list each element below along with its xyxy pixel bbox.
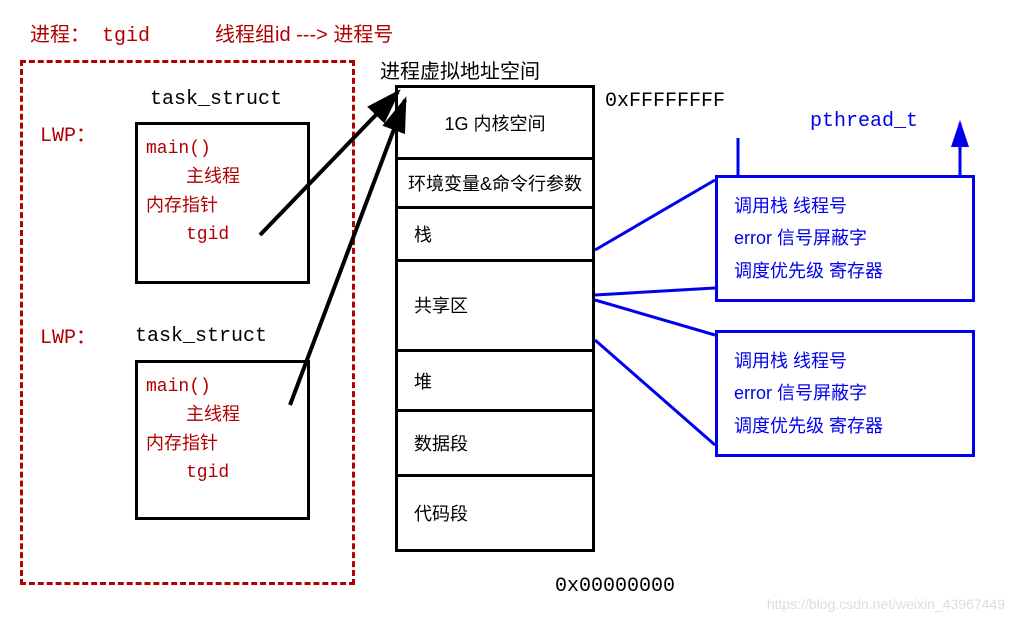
mem-env: 环境变量&命令行参数	[395, 160, 595, 209]
pthread-t-label: pthread_t	[810, 110, 918, 133]
mem-kernel: 1G 内核空间	[395, 85, 595, 160]
connector-stack-to-bb1-bottom	[595, 288, 715, 295]
top-process-label: 进程： tgid	[30, 18, 150, 48]
ts2-mainthread: 主线程	[146, 402, 299, 431]
task-struct-label-1: task_struct	[150, 88, 282, 111]
mem-shared: 共享区	[395, 262, 595, 352]
mem-stack: 栈	[395, 209, 595, 262]
pthread-box-1: 调用栈 线程号 error 信号屏蔽字 调度优先级 寄存器	[715, 175, 975, 302]
memory-column: 1G 内核空间 环境变量&命令行参数 栈 共享区 堆 数据段 代码段	[395, 85, 595, 552]
ts2-memptr: 内存指针	[146, 431, 299, 460]
ts1-mainthread: 主线程	[146, 164, 299, 193]
bb2-l1: 调用栈 线程号	[734, 345, 956, 377]
bb1-l3: 调度优先级 寄存器	[734, 255, 956, 287]
connector-stack-to-bb1-top	[595, 180, 715, 250]
task-struct-label-2: task_struct	[135, 325, 267, 348]
bb2-l2: error 信号屏蔽字	[734, 377, 956, 409]
bb2-l3: 调度优先级 寄存器	[734, 410, 956, 442]
mem-heap: 堆	[395, 352, 595, 412]
watermark: https://blog.csdn.net/weixin_43967449	[767, 596, 1005, 612]
address-low: 0x00000000	[555, 575, 675, 598]
ts1-tgid: tgid	[146, 221, 299, 250]
ts1-content: main() 主线程 内存指针 tgid	[138, 125, 307, 260]
connector-shared-to-bb2-bottom	[595, 340, 715, 445]
bb1-l1: 调用栈 线程号	[734, 190, 956, 222]
lwp2-label: LWP：	[40, 320, 96, 350]
process-text: 进程：	[30, 25, 90, 48]
mem-data: 数据段	[395, 412, 595, 477]
ts2-content: main() 主线程 内存指针 tgid	[138, 363, 307, 498]
memory-title: 进程虚拟地址空间	[380, 55, 540, 84]
ts1-main: main()	[146, 135, 299, 164]
address-high: 0xFFFFFFFF	[605, 90, 725, 113]
lwp1-label: LWP：	[40, 118, 96, 148]
thread-group-arrow-text: 线程组id ---> 进程号	[215, 18, 393, 47]
connector-shared-to-bb2-top	[595, 300, 715, 335]
mem-code: 代码段	[395, 477, 595, 552]
pthread-box-2: 调用栈 线程号 error 信号屏蔽字 调度优先级 寄存器	[715, 330, 975, 457]
ts1-memptr: 内存指针	[146, 193, 299, 222]
ts2-tgid: tgid	[146, 459, 299, 488]
tgid-text: tgid	[102, 25, 150, 48]
bb1-l2: error 信号屏蔽字	[734, 222, 956, 254]
task-struct-box-1: main() 主线程 内存指针 tgid	[135, 122, 310, 284]
task-struct-box-2: main() 主线程 内存指针 tgid	[135, 360, 310, 520]
ts2-main: main()	[146, 373, 299, 402]
